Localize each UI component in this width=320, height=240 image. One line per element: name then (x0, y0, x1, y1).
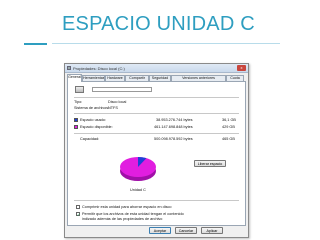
free-space-swatch (74, 125, 78, 129)
capacity-size: 465 GB (222, 137, 235, 141)
tab-general[interactable]: General (67, 74, 82, 82)
usage-pie-chart (118, 153, 158, 187)
index-label-line2: indizado además de las propiedades de ar… (82, 217, 163, 221)
free-space-bytes: 461.147.698.848 bytes (154, 125, 193, 129)
tab-strip: General Herramientas Hardware Compartir … (67, 74, 246, 82)
used-space-bytes: 38.953.276.744 bytes (156, 118, 193, 122)
divider (74, 113, 239, 114)
used-space-label: Espacio usado: (80, 118, 106, 122)
capacity-bytes: 500.098.978.592 bytes (154, 137, 193, 141)
accept-button[interactable]: Aceptar (149, 227, 171, 234)
cancel-button[interactable]: Cancelar (175, 227, 197, 234)
compress-label: Comprimir esta unidad para ahorrar espac… (82, 205, 172, 209)
capacity-label: Capacidad: (80, 137, 100, 141)
title-rule-accent (24, 43, 47, 45)
general-panel: Tipo: Disco local Sistema de archivos: N… (67, 81, 246, 226)
drive-name-input[interactable] (92, 87, 152, 92)
slide-title: ESPACIO UNIDAD C (62, 13, 255, 35)
type-value: Disco local (108, 100, 127, 104)
drive-label: Unidad C (130, 188, 146, 192)
divider (74, 200, 239, 201)
drive-icon (75, 86, 84, 93)
dialog-title: Propiedades: Disco local (C:) (73, 65, 125, 71)
divider (74, 97, 239, 98)
compress-checkbox[interactable] (76, 205, 80, 209)
title-rule (52, 43, 280, 44)
dialog-titlebar[interactable]: Propiedades: Disco local (C:) x (65, 64, 248, 73)
drive-icon (67, 66, 71, 70)
index-label-line1: Permitir que los archivos de esta unidad… (82, 212, 184, 216)
free-space-label: Espacio disponible: (80, 125, 113, 129)
properties-dialog: Propiedades: Disco local (C:) x General … (64, 63, 249, 238)
filesystem-label: Sistema de archivos: (74, 106, 110, 110)
index-checkbox[interactable]: ✓ (76, 212, 80, 217)
divider (74, 133, 239, 134)
close-icon[interactable]: x (237, 65, 246, 71)
free-space-size: 429 GB (222, 125, 235, 129)
apply-button[interactable]: Aplicar (201, 227, 223, 234)
type-label: Tipo: (74, 100, 83, 104)
used-space-size: 36,1 GB (222, 118, 236, 122)
filesystem-value: NTFS (108, 106, 118, 110)
free-space-button[interactable]: Liberar espacio (194, 160, 226, 167)
used-space-swatch (74, 118, 78, 122)
